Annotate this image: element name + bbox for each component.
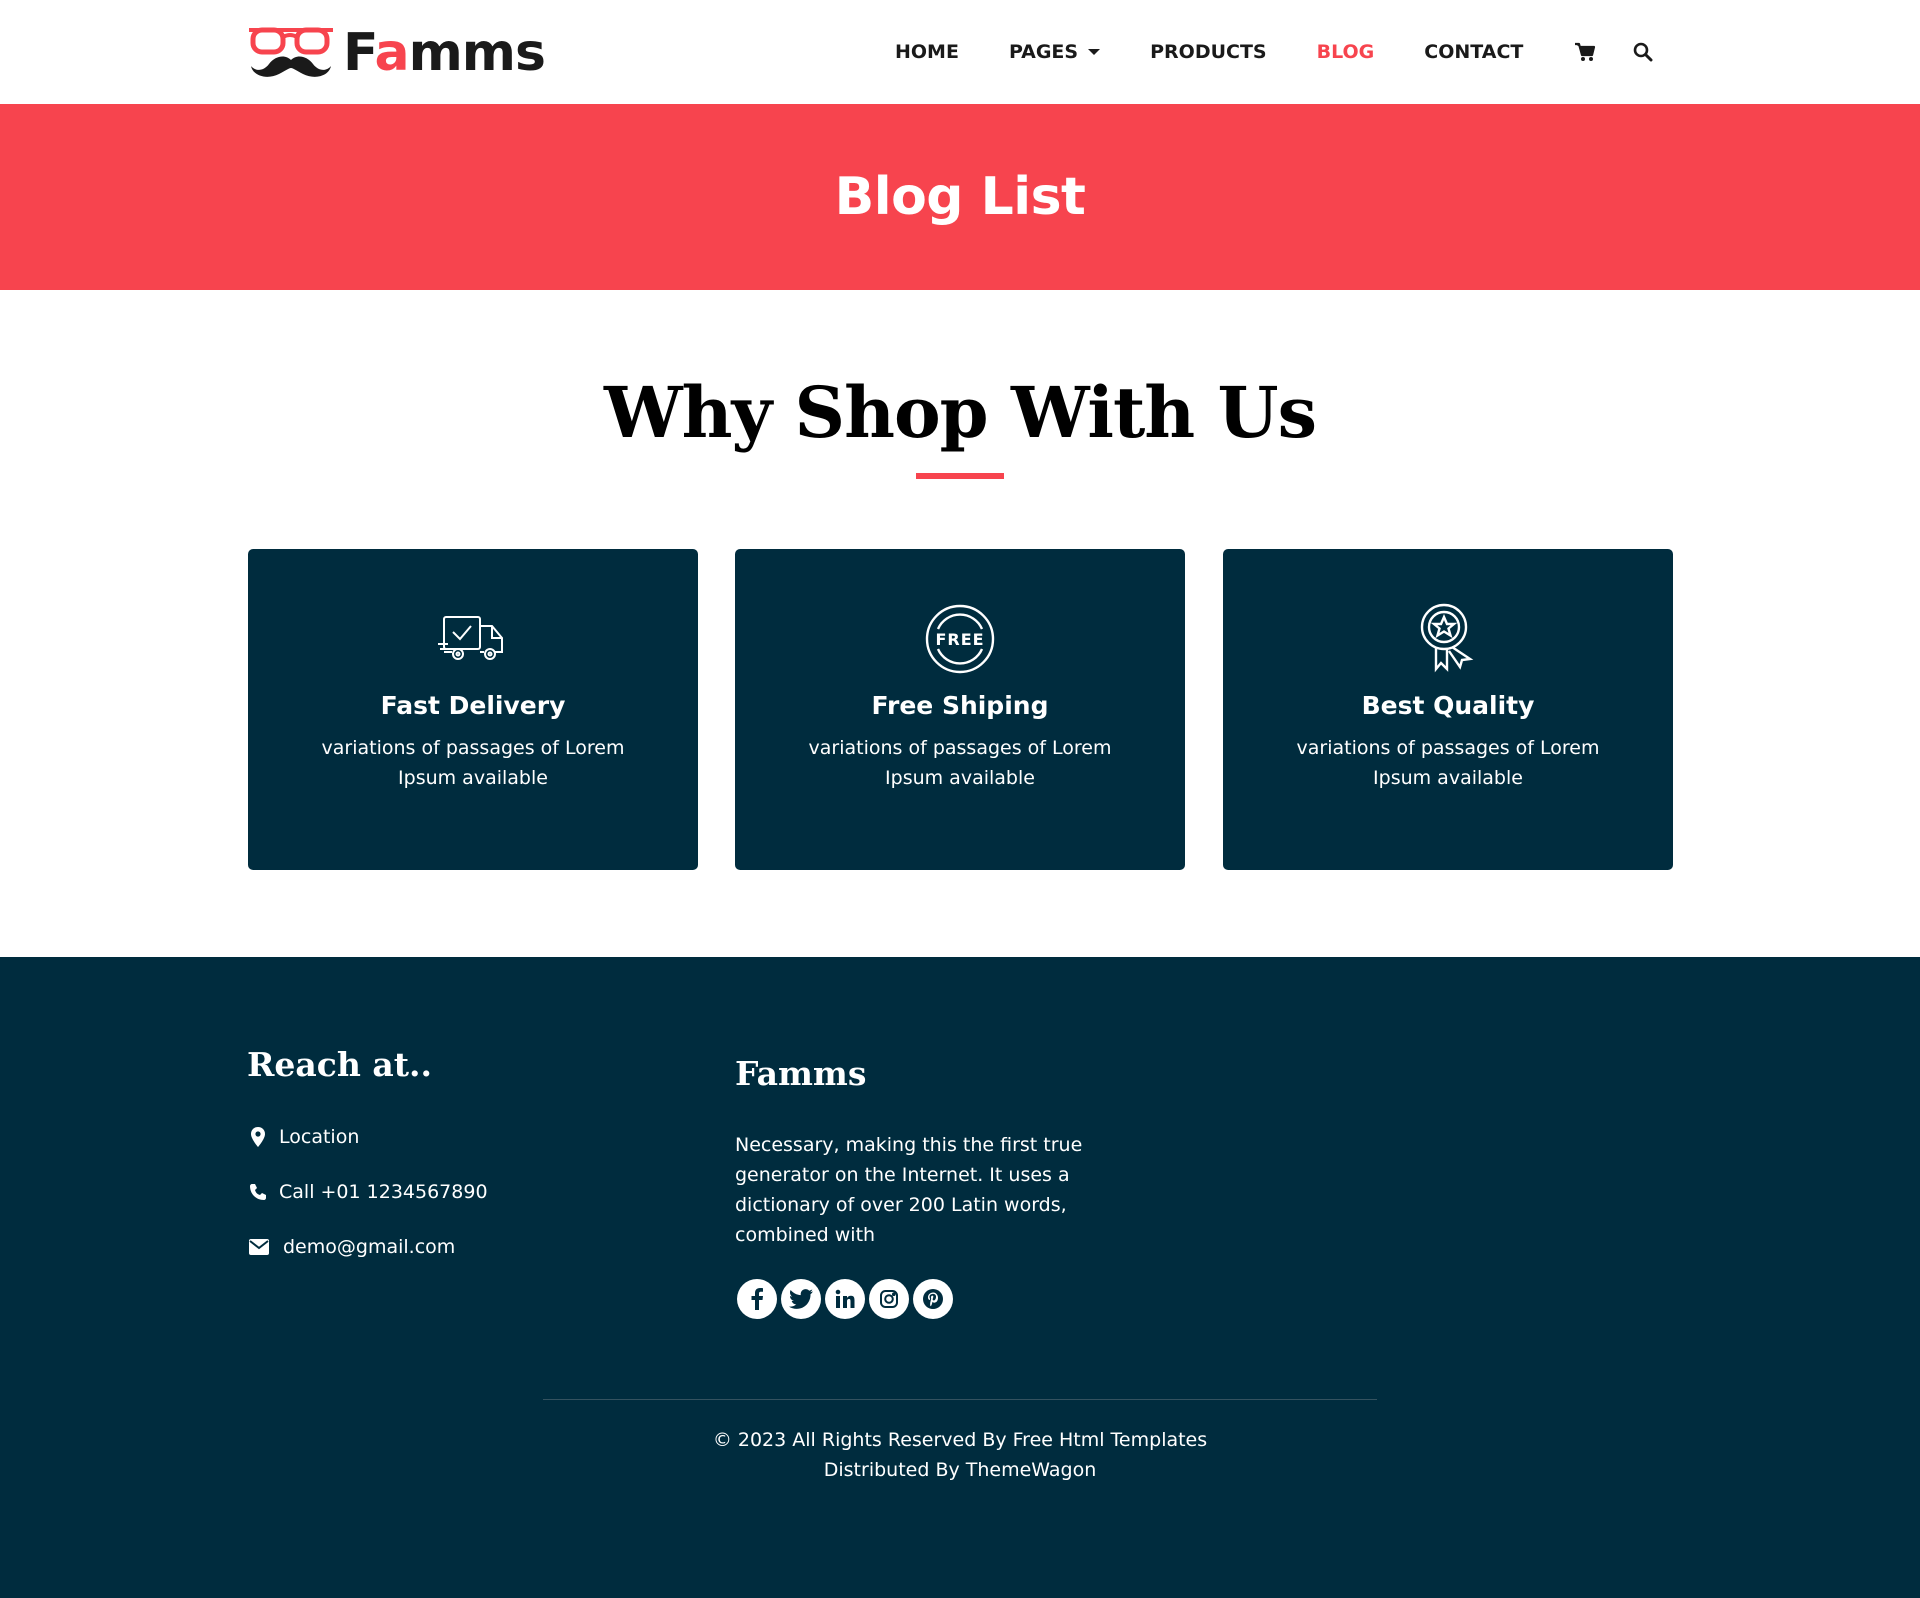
footer-email[interactable]: demo@gmail.com: [247, 1236, 455, 1258]
search-icon[interactable]: [1631, 40, 1655, 64]
nav-products[interactable]: PRODUCTS: [1150, 41, 1267, 63]
map-pin-icon: [247, 1126, 269, 1148]
award-ribbon-icon: [1223, 603, 1673, 675]
feature-text: variations of passages of Lorem Ipsum av…: [808, 737, 1112, 789]
feature-card-delivery: Fast Delivery variations of passages of …: [248, 549, 698, 870]
linkedin-icon[interactable]: [825, 1279, 865, 1319]
nav-home[interactable]: HOME: [895, 41, 959, 63]
header: Famms HOME PAGES PRODUCTS BLOG CONTACT: [0, 0, 1920, 104]
section-title: Why Shop With Us: [603, 371, 1317, 454]
phone-icon: [247, 1181, 269, 1203]
feature-title: Best Quality: [1361, 691, 1535, 720]
copyright: © 2023 All Rights Reserved By Free Html …: [0, 1425, 1920, 1485]
nav-contact[interactable]: CONTACT: [1424, 41, 1523, 63]
feature-text: variations of passages of Lorem Ipsum av…: [321, 737, 625, 789]
free-badge-icon: FREE: [735, 603, 1185, 675]
instagram-icon[interactable]: [869, 1279, 909, 1319]
location-text: Location: [279, 1126, 360, 1148]
svg-text:FREE: FREE: [935, 630, 984, 649]
feature-text: variations of passages of Lorem Ipsum av…: [1296, 737, 1600, 789]
phone-text: Call +01 1234567890: [279, 1181, 488, 1203]
feature-title: Fast Delivery: [380, 691, 566, 720]
twitter-icon[interactable]: [781, 1279, 821, 1319]
delivery-truck-icon: [248, 603, 698, 675]
feature-card-quality: Best Quality variations of passages of L…: [1223, 549, 1673, 870]
envelope-icon: [247, 1236, 271, 1258]
copyright-line: © 2023 All Rights Reserved By Free Html …: [712, 1429, 1208, 1451]
feature-card-shipping: FREE Free Shiping variations of passages…: [735, 549, 1185, 870]
footer-location[interactable]: Location: [247, 1126, 359, 1148]
page-title: Blog List: [834, 167, 1086, 227]
title-underline: [916, 473, 1004, 479]
brand-name: Famms: [343, 23, 546, 83]
page-banner: Blog List: [0, 104, 1920, 290]
nav-blog[interactable]: BLOG: [1317, 41, 1375, 63]
pinterest-icon[interactable]: [913, 1279, 953, 1319]
facebook-icon[interactable]: [737, 1279, 777, 1319]
footer-about-text: Necessary, making this the first true ge…: [735, 1134, 1083, 1246]
footer-phone[interactable]: Call +01 1234567890: [247, 1181, 488, 1203]
social-links: [737, 1279, 957, 1319]
nav-pages-label: PAGES: [1008, 41, 1079, 63]
feature-title: Free Shiping: [871, 691, 1049, 720]
footer-brand-heading: Famms: [735, 1054, 867, 1093]
cart-icon[interactable]: [1573, 40, 1597, 64]
main-nav: HOME PAGES PRODUCTS BLOG CONTACT: [895, 0, 1689, 104]
footer-reach-heading: Reach at..: [247, 1045, 432, 1084]
distributed-by-line: Distributed By ThemeWagon: [823, 1459, 1097, 1481]
email-text: demo@gmail.com: [283, 1236, 456, 1258]
footer-divider: [543, 1399, 1377, 1400]
chevron-down-icon: [1088, 49, 1101, 55]
glasses-mustache-icon: [249, 27, 333, 77]
brand-logo[interactable]: Famms: [247, 22, 546, 84]
footer: Reach at.. Location Call +01 1234567890 …: [0, 957, 1920, 1598]
nav-pages[interactable]: PAGES: [1008, 41, 1101, 63]
